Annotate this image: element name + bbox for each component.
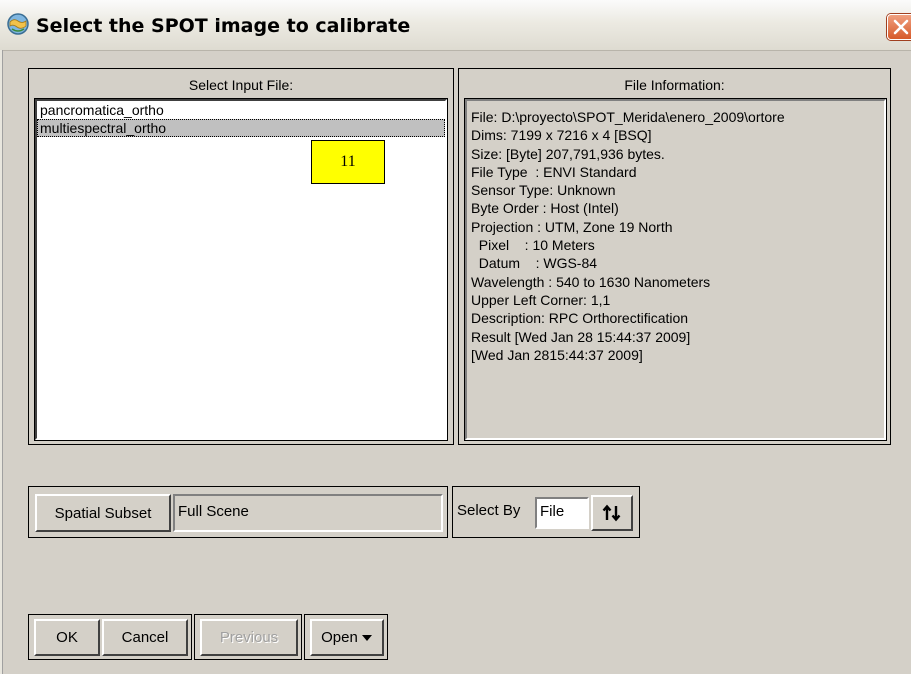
ok-button[interactable]: OK	[34, 619, 100, 656]
info-line: Upper Left Corner: 1,1	[471, 291, 611, 308]
input-file-list[interactable]: pancromatica_ortho multiespectral_ortho	[34, 98, 448, 441]
info-line: Byte Order : Host (Intel)	[471, 200, 619, 217]
info-line: Datum : WGS-84	[471, 255, 598, 272]
input-file-panel: Select Input File: pancromatica_ortho mu…	[28, 68, 454, 445]
cancel-button[interactable]: Cancel	[102, 619, 188, 656]
input-file-label: Select Input File:	[188, 77, 294, 93]
info-line: [Wed Jan 2815:44:37 2009]	[471, 346, 643, 363]
select-by-toggle-button[interactable]	[591, 495, 633, 531]
info-line: Size: [Byte] 207,791,936 bytes.	[471, 145, 665, 162]
spatial-subset-frame: Spatial Subset Full Scene	[28, 486, 448, 538]
previous-frame: Previous	[194, 614, 302, 660]
spatial-subset-button[interactable]: Spatial Subset	[35, 494, 171, 532]
close-button[interactable]	[887, 14, 911, 40]
info-line: Description: RPC Orthorectification	[471, 310, 689, 327]
spatial-subset-value: Full Scene	[173, 494, 443, 532]
select-by-value: File	[535, 497, 589, 529]
info-line: Sensor Type: Unknown	[471, 182, 616, 199]
window-title: Select the SPOT image to calibrate	[36, 15, 411, 37]
info-line: File: D:\proyecto\SPOT_Merida\enero_2009…	[471, 109, 785, 125]
select-by-frame: Select By File	[452, 486, 640, 538]
info-line: Dims: 7199 x 7216 x 4 [BSQ]	[471, 127, 652, 144]
file-info-label: File Information:	[624, 77, 725, 93]
title-bar[interactable]: Select the SPOT image to calibrate	[0, 0, 911, 51]
file-info-text: File: D:\proyecto\SPOT_Merida\enero_2009…	[464, 98, 887, 441]
previous-button[interactable]: Previous	[200, 619, 298, 656]
info-line: Pixel : 10 Meters	[471, 237, 595, 254]
ok-cancel-frame: OK Cancel	[28, 614, 192, 660]
sort-arrows-icon	[602, 504, 621, 522]
info-line: Wavelength : 540 to 1630 Nanometers	[471, 273, 711, 290]
info-line: Projection : UTM, Zone 19 North	[471, 218, 673, 235]
envi-globe-icon	[7, 13, 29, 35]
list-item-selected[interactable]: multiespectral_ortho	[37, 119, 445, 137]
open-button-label: Open	[321, 629, 358, 646]
select-by-label: Select By	[457, 502, 521, 519]
annotation-number-tag: 11	[311, 140, 385, 184]
open-frame: Open	[304, 614, 388, 660]
info-line: File Type : ENVI Standard	[471, 163, 637, 180]
dropdown-arrow-icon	[361, 634, 372, 641]
window-border	[0, 50, 3, 674]
close-icon	[893, 19, 909, 35]
info-line: Result [Wed Jan 28 15:44:37 2009]	[471, 328, 691, 345]
file-info-panel: File Information: File: D:\proyecto\SPOT…	[458, 68, 891, 445]
list-item[interactable]: pancromatica_ortho	[37, 101, 445, 119]
open-menu-button[interactable]: Open	[310, 619, 384, 656]
